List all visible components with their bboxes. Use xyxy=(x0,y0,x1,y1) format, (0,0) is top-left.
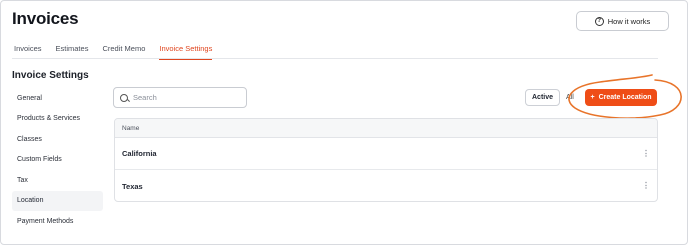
sidebar-item-general[interactable]: General xyxy=(12,88,103,109)
how-it-works-label: How it works xyxy=(607,16,651,26)
sidebar-item-tax[interactable]: Tax xyxy=(12,170,103,191)
create-location-label: Create Location xyxy=(598,94,652,101)
filter-active-button[interactable]: Active xyxy=(525,89,561,106)
plus-icon: + xyxy=(590,94,595,101)
tabs-divider xyxy=(12,58,658,59)
settings-sidebar: General Products & Services Classes Cust… xyxy=(12,88,103,232)
kebab-menu-icon[interactable]: ⋮ xyxy=(642,149,650,158)
sidebar-item-custom-fields[interactable]: Custom Fields xyxy=(12,150,103,171)
create-location-button[interactable]: + Create Location xyxy=(585,89,657,106)
location-name: California xyxy=(122,149,157,158)
kebab-menu-icon[interactable]: ⋮ xyxy=(642,182,650,190)
sidebar-item-products-services[interactable]: Products & Services xyxy=(12,109,103,130)
filter-all-button[interactable]: All xyxy=(560,89,580,106)
question-circle-icon: ? xyxy=(594,16,604,26)
how-it-works-button[interactable]: ? How it works xyxy=(576,11,669,31)
search-input[interactable] xyxy=(133,93,233,102)
sidebar-item-location[interactable]: Location xyxy=(12,190,103,211)
sidebar-item-classes[interactable]: Classes xyxy=(12,129,103,150)
search-icon xyxy=(120,93,128,102)
search-box[interactable] xyxy=(113,87,247,108)
table-header-name: Name xyxy=(115,119,657,138)
sidebar-item-payment-methods[interactable]: Payment Methods xyxy=(12,211,103,232)
locations-table: Name California ⋮ Texas ⋮ xyxy=(114,118,658,202)
settings-title: Invoice Settings xyxy=(12,70,89,81)
page-title: Invoices xyxy=(12,9,79,28)
location-name: Texas xyxy=(122,181,143,191)
status-filter: Active All xyxy=(525,89,580,106)
table-row[interactable]: Texas ⋮ xyxy=(115,170,657,201)
table-row[interactable]: California ⋮ xyxy=(115,138,657,170)
